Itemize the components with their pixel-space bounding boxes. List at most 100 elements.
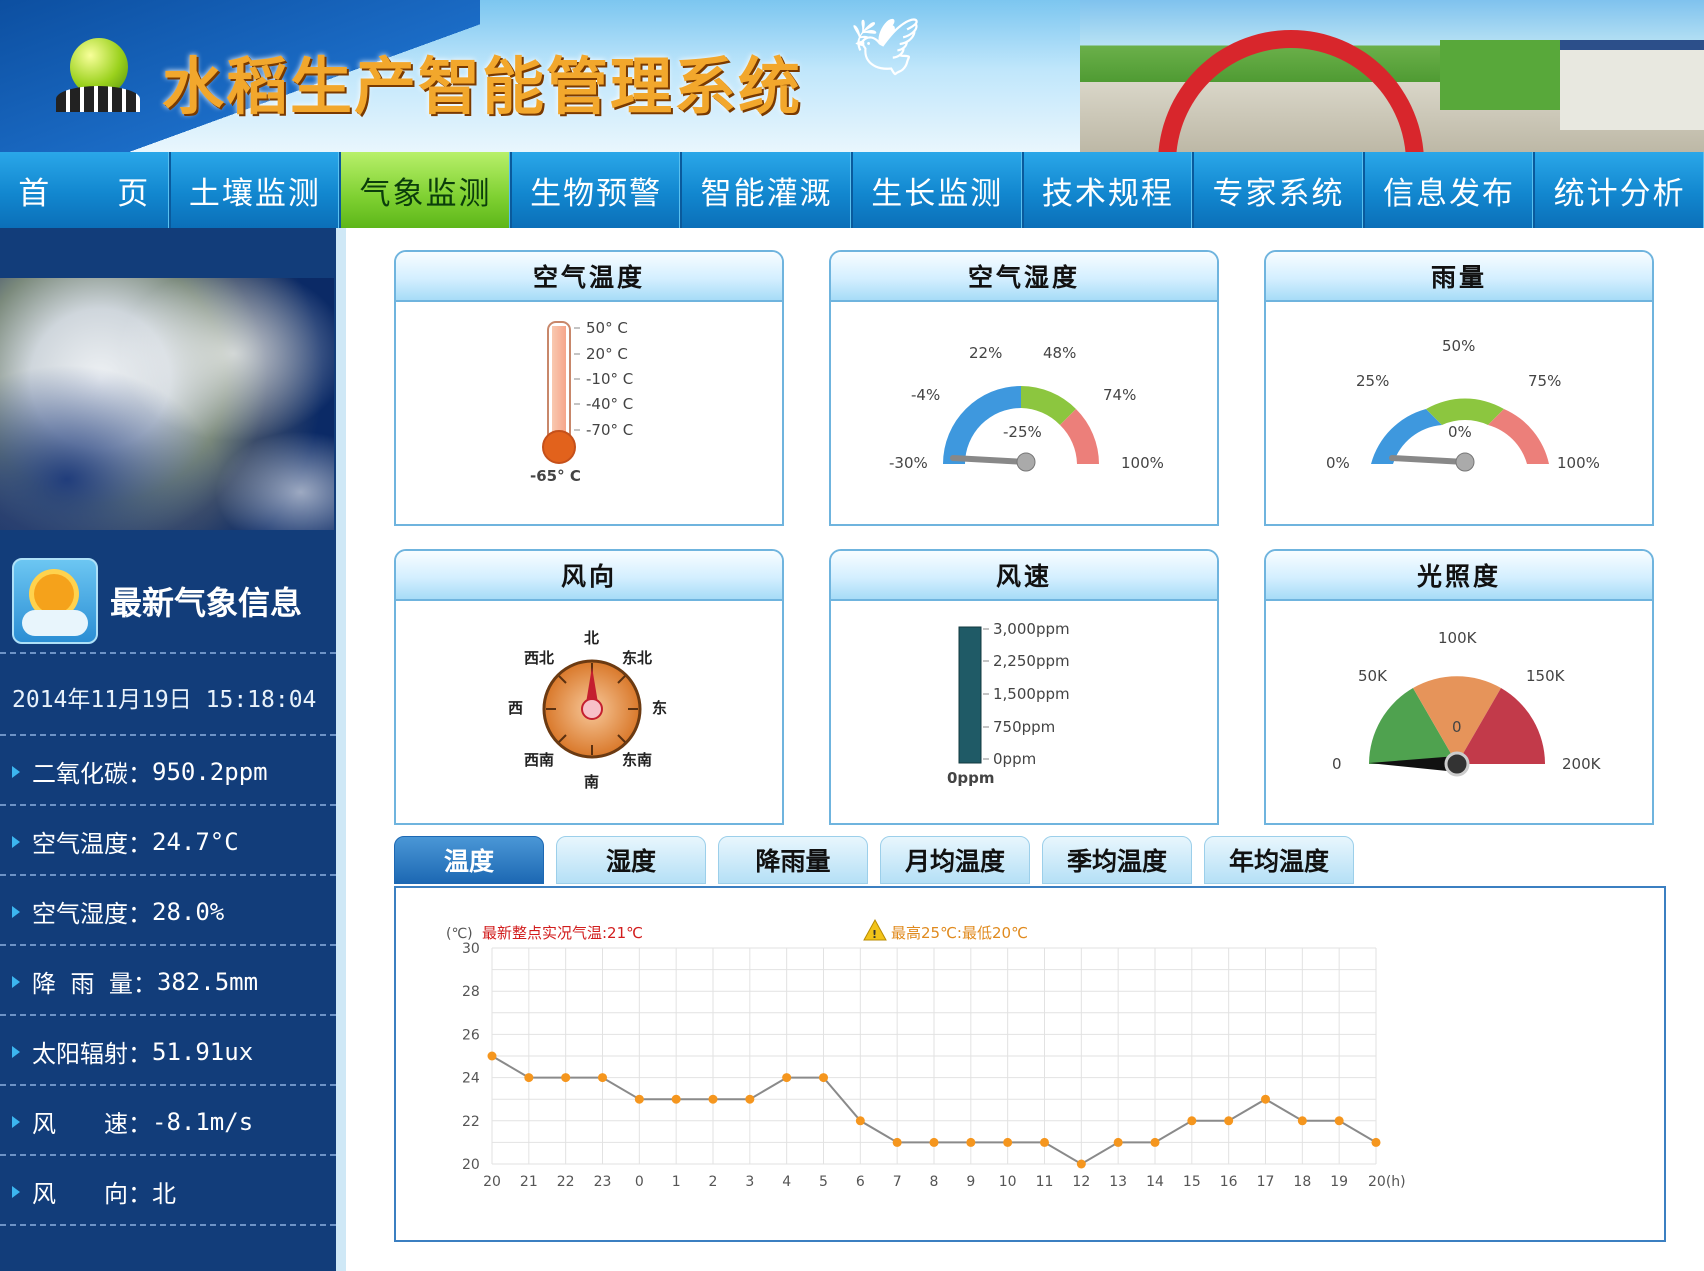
light-tick: 200K <box>1562 755 1602 773</box>
data-point <box>671 1094 681 1104</box>
speed-tick: 2,250ppm <box>993 652 1070 670</box>
nav-info[interactable]: 信息发布 <box>1365 152 1536 228</box>
info-row-rainfall: 降 雨 量： 382.5mm <box>12 964 258 999</box>
rain-tick: 100% <box>1557 454 1600 472</box>
panel-title: 风速 <box>831 551 1217 601</box>
temp-tick: 20° C <box>586 345 628 363</box>
rain-center-value: 0% <box>1448 423 1472 441</box>
tab-temperature[interactable]: 温度 <box>394 836 544 884</box>
tab-monthly-temp[interactable]: 月均温度 <box>880 836 1030 884</box>
compass-se: 东南 <box>622 751 652 769</box>
compass-sw: 西南 <box>524 751 554 769</box>
x-tick-label: 20 <box>483 1174 501 1190</box>
compass-n: 北 <box>584 629 599 647</box>
y-tick-label: 22 <box>462 1114 480 1130</box>
nav-tech[interactable]: 技术规程 <box>1024 152 1195 228</box>
info-row-co2: 二氧化碳： 950.2ppm <box>12 754 268 789</box>
y-axis-ticks: 20 22 24 26 28 30 <box>462 941 480 1173</box>
y-tick-label: 20 <box>462 1157 480 1173</box>
rain-tick: 50% <box>1442 337 1475 355</box>
y-tick-label: 26 <box>462 1027 480 1043</box>
temp-tick: 50° C <box>586 319 628 337</box>
data-point <box>487 1051 497 1061</box>
tab-rainfall[interactable]: 降雨量 <box>718 836 868 884</box>
x-tick-label: 2 <box>709 1174 718 1190</box>
humidity-tick: 74% <box>1103 386 1136 404</box>
tab-season-temp[interactable]: 季均温度 <box>1042 836 1192 884</box>
rain-tick: 75% <box>1528 372 1561 390</box>
panel-air-humidity: 空气湿度 -30% -4% 22% 48% 74% 100% -25% <box>829 250 1219 526</box>
chart-grid <box>491 947 1377 1165</box>
panel-wind-speed: 风速 3,000ppm 2,250ppm 1,500ppm 750ppm 0pp… <box>829 549 1219 825</box>
humidity-tick: -4% <box>911 386 940 404</box>
compass-e: 东 <box>652 699 667 717</box>
nav-stats[interactable]: 统计分析 <box>1535 152 1704 228</box>
x-tick-label: 8 <box>930 1174 939 1190</box>
humidity-tick: 100% <box>1121 454 1164 472</box>
panel-wind-dir: 风向 北 东北 东 东南 南 西南 西 西北 <box>394 549 784 825</box>
data-point <box>745 1094 755 1104</box>
divider <box>0 734 336 736</box>
compass-w: 西 <box>508 699 523 717</box>
x-tick-label: 18 <box>1293 1174 1311 1190</box>
humidity-tick: -30% <box>889 454 928 472</box>
info-row-wind-speed: 风 速： -8.1m/s <box>12 1104 253 1139</box>
compass-gauge: 北 东北 东 东南 南 西南 西 西北 <box>508 629 667 791</box>
light-tick: 150K <box>1526 667 1566 685</box>
panel-title: 空气湿度 <box>831 252 1217 302</box>
bullet-icon <box>12 1115 20 1128</box>
nav-expert[interactable]: 专家系统 <box>1194 152 1365 228</box>
light-gauge: 0 50K 100K 150K 200K 0 <box>1332 629 1602 777</box>
y-tick-label: 24 <box>462 1071 480 1087</box>
speed-tick: 750ppm <box>993 718 1055 736</box>
data-point <box>634 1094 644 1104</box>
x-tick-label: 7 <box>893 1174 902 1190</box>
weather-sun-icon <box>12 558 98 644</box>
nav-irrigation[interactable]: 智能灌溉 <box>682 152 853 228</box>
nav-growth[interactable]: 生长监测 <box>853 152 1024 228</box>
tab-yearly-temp[interactable]: 年均温度 <box>1204 836 1354 884</box>
rain-tick: 25% <box>1356 372 1389 390</box>
data-point <box>1224 1116 1234 1126</box>
data-point <box>1371 1137 1381 1147</box>
data-point <box>929 1137 939 1147</box>
speed-reading: 0ppm <box>947 769 995 787</box>
info-row-air-humidity: 空气湿度： 28.0% <box>12 894 224 929</box>
panel-title: 光照度 <box>1266 551 1652 601</box>
main-nav: 首 页 土壤监测 气象监测 生物预警 智能灌溉 生长监测 技术规程 专家系统 信… <box>0 152 1704 228</box>
gauge-band-red <box>1488 409 1549 464</box>
data-point <box>855 1116 865 1126</box>
wind-speed-bar <box>958 626 982 764</box>
data-point <box>1040 1137 1049 1147</box>
x-tick-label: 14 <box>1146 1174 1164 1190</box>
x-tick-label: 12 <box>1072 1174 1090 1190</box>
x-tick-label: 11 <box>1036 1174 1054 1190</box>
bullet-icon <box>12 1185 20 1198</box>
range-annotation: 最高25℃:最低20℃ <box>891 924 1028 942</box>
data-point <box>782 1073 792 1083</box>
data-point <box>1187 1116 1197 1126</box>
x-axis-ticks: 20 21 22 23 0 1 2 3 4 5 6 7 8 9 10 11 12 13 14 15 16 17 18 19 20… <box>483 1174 1406 1190</box>
tab-humidity[interactable]: 湿度 <box>556 836 706 884</box>
x-tick-label: 19 <box>1330 1174 1348 1190</box>
info-row-air-temp: 空气温度： 24.7°C <box>12 824 239 859</box>
thermometer-fill <box>552 326 566 442</box>
data-point <box>966 1137 976 1147</box>
info-row-solar: 太阳辐射： 51.91ux <box>12 1034 253 1069</box>
compass-s: 南 <box>584 773 599 791</box>
weather-datetime: 2014年11月19日 15:18:04 <box>12 687 317 713</box>
temperature-line-chart: 202224262830 20 21 22 23 0 1 2 3 4 5 6 7 8 9 10 11 12 13 1… <box>446 918 1406 1190</box>
speed-tick: 1,500ppm <box>993 685 1070 703</box>
nav-soil[interactable]: 土壤监测 <box>171 152 342 228</box>
wind-dir-value: 北 <box>152 1180 176 1208</box>
nav-bio-warning[interactable]: 生物预警 <box>512 152 683 228</box>
rain-gauge: 0% 25% 50% 75% 100% 0% <box>1326 337 1600 472</box>
bullet-icon <box>12 975 20 988</box>
panel-title: 风向 <box>396 551 782 601</box>
nav-weather[interactable]: 气象监测 <box>341 152 512 228</box>
nav-home[interactable]: 首 页 <box>0 152 171 228</box>
x-tick-label: 21 <box>520 1174 538 1190</box>
temp-tick: -40° C <box>586 395 633 413</box>
co2-value: 950.2ppm <box>152 757 268 786</box>
gauge-pivot <box>1444 751 1470 777</box>
